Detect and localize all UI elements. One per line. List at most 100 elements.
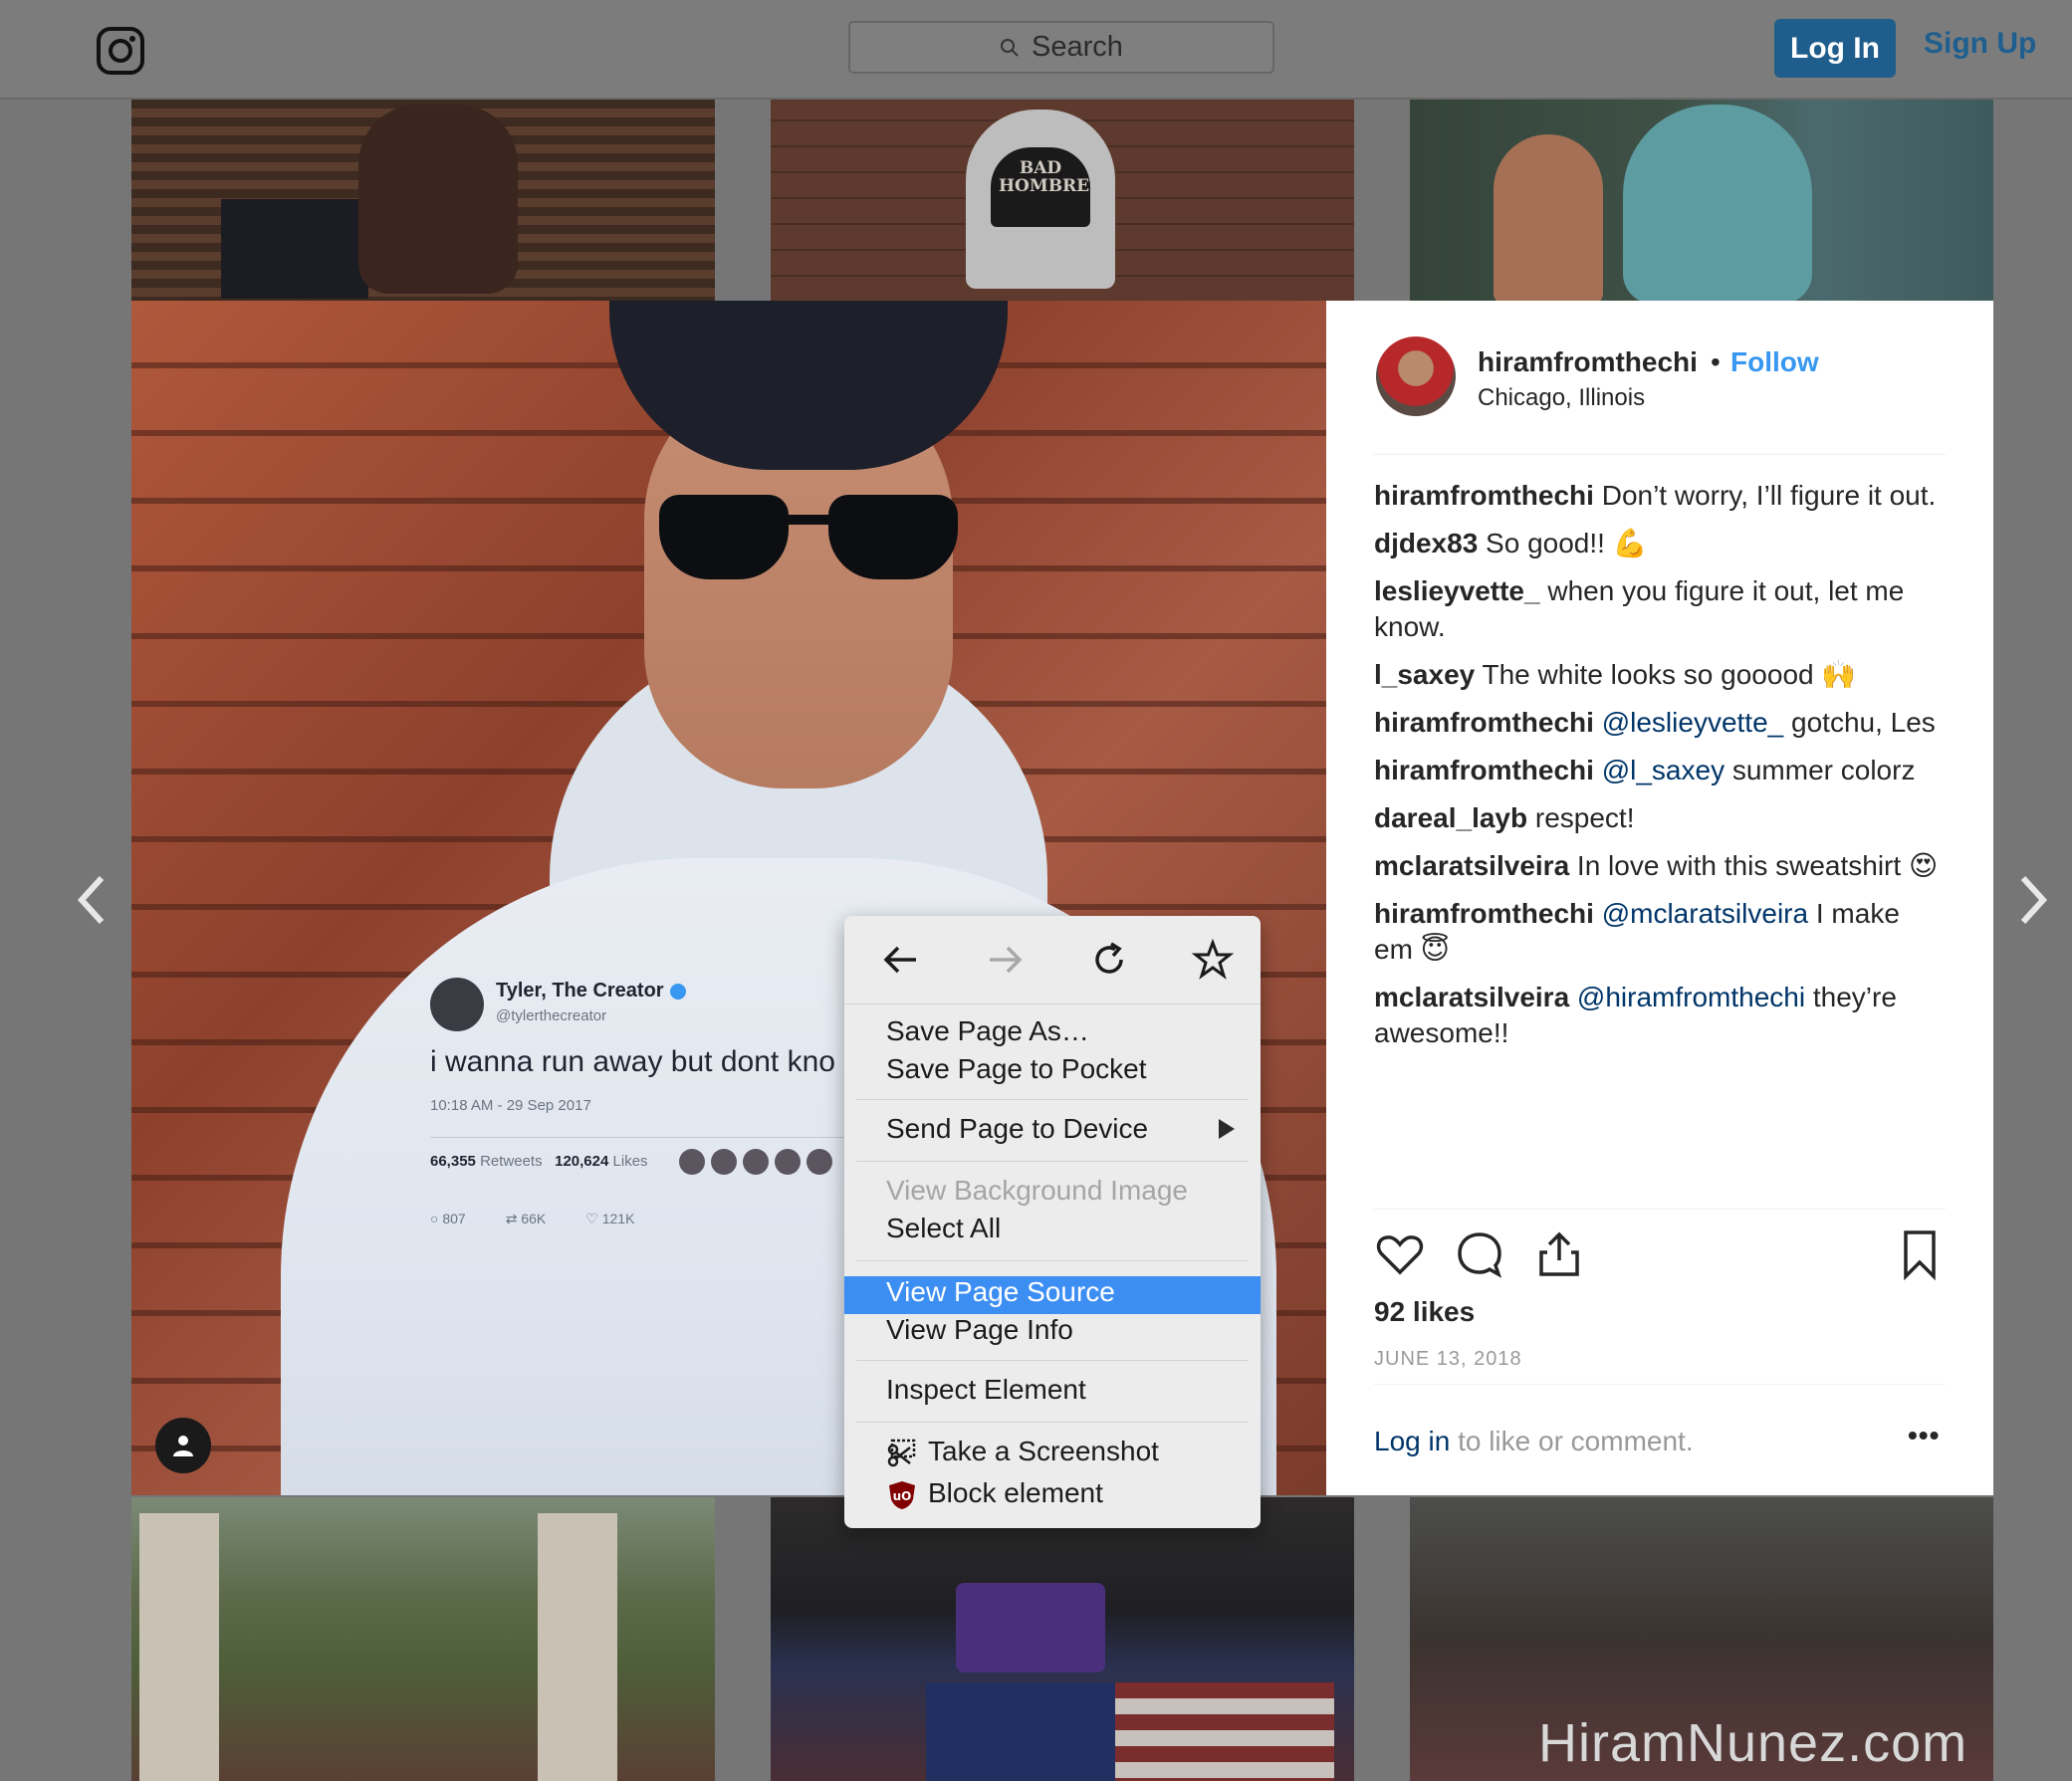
comment-username[interactable]: mclaratsilveira: [1374, 850, 1569, 881]
instagram-logo-icon[interactable]: [96, 26, 145, 76]
follow-button[interactable]: Follow: [1730, 346, 1819, 378]
retweet-icon: ⇄: [505, 1211, 518, 1226]
post-location[interactable]: Chicago, Illinois: [1478, 384, 1645, 412]
comment-item: hiramfromthechi Don’t worry, I’ll figure…: [1374, 480, 1937, 511]
screenshot-icon: [887, 1439, 916, 1467]
search-icon: [1001, 38, 1019, 57]
tweet-actions: ○ 807 ⇄ 66K ♡ 121K: [430, 1211, 634, 1227]
next-arrow-icon[interactable]: [2013, 870, 2053, 930]
monster-graphic: [1623, 105, 1812, 304]
post-username[interactable]: hiramfromthechi: [1478, 346, 1698, 378]
comment-item: dareal_layb respect!: [1374, 802, 1635, 833]
login-prompt: Log in to like or comment.: [1374, 1426, 1694, 1456]
search-placeholder: Search: [1032, 31, 1123, 63]
comment-username[interactable]: djdex83: [1374, 528, 1478, 558]
tweet-stats: 66,355 Retweets 120,624 Likes: [430, 1153, 648, 1170]
comment-username[interactable]: hiramfromthechi: [1374, 707, 1594, 738]
login-button[interactable]: Log In: [1774, 19, 1896, 78]
watermark: HiramNunez.com: [1538, 1713, 1968, 1773]
menu-separator: [856, 1422, 1249, 1423]
tweet-like-avatars: [679, 1149, 832, 1175]
reply-icon: ○: [430, 1211, 439, 1226]
context-nav-row: [844, 916, 1261, 1004]
menu-item-take-screenshot[interactable]: Take a Screenshot: [928, 1436, 1159, 1467]
gate-pillar-graphic: [538, 1513, 617, 1781]
reload-icon[interactable]: [1087, 938, 1131, 982]
mention-link[interactable]: @leslieyvette_: [1594, 707, 1784, 738]
theatre-sign-graphic: [956, 1583, 1105, 1672]
comment-item: l_saxey The white looks so gooood 🙌: [1374, 659, 1857, 690]
person-graphic: [358, 105, 518, 294]
bookmark-icon[interactable]: [1894, 1228, 1946, 1280]
comment-item: hiramfromthechi @l_saxey summer colorz: [1374, 755, 1916, 785]
post-side-panel: hiramfromthechi • Follow Chicago, Illino…: [1326, 301, 1993, 1495]
comment-username[interactable]: mclaratsilveira: [1374, 982, 1569, 1012]
mention-link[interactable]: @l_saxey: [1594, 755, 1725, 785]
divider: [1374, 1209, 1946, 1210]
menu-item-select-all[interactable]: Select All: [886, 1213, 1001, 1244]
heart-icon: ♡: [585, 1211, 598, 1226]
svg-text:uO: uO: [893, 1489, 912, 1503]
avatar[interactable]: [1376, 336, 1456, 416]
comment-username[interactable]: hiramfromthechi: [1374, 898, 1594, 929]
tagged-users-button[interactable]: [155, 1418, 211, 1473]
comment-username[interactable]: dareal_layb: [1374, 802, 1527, 833]
menu-item-save-page-as[interactable]: Save Page As…: [886, 1015, 1089, 1047]
menu-separator: [856, 1360, 1249, 1361]
gate-pillar-graphic: [139, 1513, 219, 1781]
menu-separator: [856, 1260, 1249, 1261]
tweet-handle: @tylerthecreator: [496, 1007, 607, 1024]
comment-item: hiramfromthechi @leslieyvette_ gotchu, L…: [1374, 707, 1936, 738]
search-input[interactable]: Search: [848, 21, 1274, 74]
forward-arrow-icon[interactable]: [984, 938, 1028, 982]
sunglasses-graphic: [659, 495, 958, 584]
mention-link[interactable]: @hiramfromthechi: [1569, 982, 1805, 1012]
retweet-count: ⇄ 66K: [505, 1211, 547, 1226]
tweet-avatar: [430, 978, 484, 1031]
menu-item-save-to-pocket[interactable]: Save Page to Pocket: [886, 1053, 1147, 1085]
comment-item: mclaratsilveira @hiramfromthechi they’re…: [1374, 982, 1897, 1048]
menu-item-block-element[interactable]: Block element: [928, 1477, 1103, 1509]
context-menu: Save Page As… Save Page to Pocket Send P…: [844, 916, 1261, 1528]
comment-username[interactable]: hiramfromthechi: [1374, 755, 1594, 785]
comment-item: mclaratsilveira In love with this sweats…: [1374, 850, 1939, 881]
comment-item: djdex83 So good!! 💪: [1374, 528, 1648, 558]
heart-icon[interactable]: [1374, 1228, 1426, 1280]
menu-separator: [856, 1161, 1249, 1162]
comment-item: leslieyvette_ when you figure it out, le…: [1374, 575, 1905, 642]
back-arrow-icon[interactable]: [878, 938, 922, 982]
comment-username[interactable]: leslieyvette_: [1374, 575, 1540, 606]
mention-link[interactable]: @mclaratsilveira: [1594, 898, 1808, 929]
signup-link[interactable]: Sign Up: [1924, 27, 2036, 61]
comment-item: hiramfromthechi @mclaratsilveira I make …: [1374, 898, 1900, 965]
more-options-button[interactable]: •••: [1908, 1420, 1940, 1451]
comment-username[interactable]: hiramfromthechi: [1374, 480, 1594, 511]
bookmark-star-icon[interactable]: [1191, 938, 1235, 982]
menu-separator: [856, 1099, 1249, 1100]
reply-count: ○ 807: [430, 1211, 466, 1226]
like-count[interactable]: 92 likes: [1374, 1296, 1475, 1328]
post-date: JUNE 13, 2018: [1374, 1348, 1522, 1370]
menu-item-send-to-device[interactable]: Send Page to Device: [886, 1113, 1148, 1145]
comment-username[interactable]: l_saxey: [1374, 659, 1475, 690]
menu-item-view-page-source[interactable]: View Page Source: [886, 1276, 1115, 1308]
menu-item-view-background-image: View Background Image: [886, 1175, 1188, 1206]
share-icon[interactable]: [1533, 1228, 1585, 1280]
login-link[interactable]: Log in: [1374, 1426, 1450, 1456]
previous-arrow-icon[interactable]: [72, 870, 112, 930]
comment-icon[interactable]: [1454, 1228, 1505, 1280]
divider: [1374, 454, 1946, 455]
person-icon: [173, 1436, 193, 1456]
menu-item-view-page-info[interactable]: View Page Info: [886, 1314, 1073, 1346]
flag-canton-graphic: [926, 1682, 1115, 1781]
book-graphic: [221, 199, 368, 299]
separator-dot: •: [1711, 346, 1721, 377]
menu-item-inspect-element[interactable]: Inspect Element: [886, 1374, 1086, 1406]
submenu-arrow-icon: [1219, 1119, 1235, 1139]
top-bar: Search Log In Sign Up: [0, 0, 2072, 100]
hat-text: BAD HOMBRE: [999, 158, 1090, 196]
like-count: ♡ 121K: [585, 1211, 635, 1226]
ublock-shield-icon: uO: [889, 1481, 915, 1509]
post-actions: [1374, 1228, 1946, 1288]
tweet-text: i wanna run away but dont kno: [430, 1045, 835, 1078]
